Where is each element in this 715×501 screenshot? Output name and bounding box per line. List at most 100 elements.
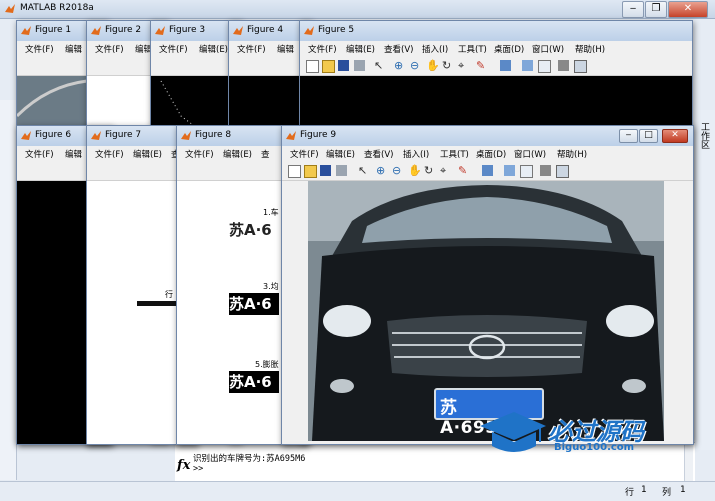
legend-icon[interactable] <box>538 60 551 73</box>
command-prompt[interactable]: >> <box>193 464 203 474</box>
figure-icon <box>91 26 101 35</box>
status-row-label: 行 <box>625 488 635 498</box>
figure-9-scroll-area <box>683 181 691 444</box>
menu-edit[interactable]: 编辑(E) <box>133 148 162 160</box>
menu-file[interactable]: 文件(F) <box>95 148 124 160</box>
zoom-out-icon[interactable]: ⊖ <box>410 60 421 71</box>
figure-8-label-1: 1.车 <box>263 208 279 217</box>
hide-tools-icon[interactable] <box>558 60 569 71</box>
close-button[interactable]: ✕ <box>662 129 688 143</box>
rotate-icon[interactable]: ↻ <box>442 60 453 71</box>
menu-file[interactable]: 文件(F) <box>25 148 54 160</box>
menu-help[interactable]: 帮助(H) <box>557 148 587 160</box>
hide-tools-icon[interactable] <box>540 165 551 176</box>
fx-icon[interactable]: fx <box>177 458 190 473</box>
pointer-icon[interactable]: ↖ <box>358 165 369 176</box>
figure-9-window[interactable]: Figure 9 ‒ □ ✕ 文件(F) 编辑(E) 查看(V) 插入(I) 工… <box>281 125 694 445</box>
brush-icon[interactable]: ✎ <box>476 60 487 71</box>
status-bar: 行 1 列 1 <box>0 481 715 501</box>
menu-file[interactable]: 文件(F) <box>290 148 319 160</box>
new-figure-icon[interactable] <box>306 60 319 73</box>
menu-insert[interactable]: 插入(I) <box>403 148 429 160</box>
pan-icon[interactable]: ✋ <box>408 165 422 176</box>
figure-8-plate-1-text: 苏A·6 <box>229 221 272 239</box>
colorbar-icon[interactable] <box>522 60 533 71</box>
menu-edit[interactable]: 编辑 <box>65 43 82 55</box>
brush-icon[interactable]: ✎ <box>458 165 469 176</box>
save-icon[interactable] <box>338 60 349 71</box>
figure-icon <box>155 26 165 35</box>
figure-3-title: Figure 3 <box>169 25 206 35</box>
show-tools-icon[interactable] <box>556 165 569 178</box>
maximize-button[interactable]: □ <box>639 129 658 143</box>
figure-icon <box>21 26 31 35</box>
menu-view[interactable]: 查看(V) <box>364 148 393 160</box>
show-tools-icon[interactable] <box>574 60 587 73</box>
menu-window[interactable]: 窗口(W) <box>532 43 564 55</box>
main-titlebar: MATLAB R2018a ‒ ❐ ✕ <box>0 0 715 19</box>
matlab-logo-icon <box>5 4 15 13</box>
menu-edit[interactable]: 编辑(E) <box>346 43 375 55</box>
new-figure-icon[interactable] <box>288 165 301 178</box>
figure-8-plate-1: 苏A·6 <box>229 219 279 241</box>
menu-view[interactable]: 查 <box>261 148 270 160</box>
legend-icon[interactable] <box>520 165 533 178</box>
menu-file[interactable]: 文件(F) <box>159 43 188 55</box>
link-plot-icon[interactable] <box>482 165 493 176</box>
zoom-in-icon[interactable]: ⊕ <box>394 60 405 71</box>
figure-8-title: Figure 8 <box>195 130 232 140</box>
figure-9-title: Figure 9 <box>300 130 337 140</box>
figure-7-projection <box>137 301 177 306</box>
menu-tools[interactable]: 工具(T) <box>440 148 469 160</box>
minimize-button[interactable]: ‒ <box>619 129 638 143</box>
app-title: MATLAB R2018a <box>20 3 94 13</box>
link-plot-icon[interactable] <box>500 60 511 71</box>
figure-8-label-5: 5.膨胀 <box>255 360 279 369</box>
colorbar-icon[interactable] <box>504 165 515 176</box>
command-scrollbar[interactable] <box>684 445 693 485</box>
figure-8-plate-5: 苏A·6 <box>229 371 279 393</box>
menu-tools[interactable]: 工具(T) <box>458 43 487 55</box>
figure-6-title: Figure 6 <box>35 130 72 140</box>
menu-edit[interactable]: 编辑(E) <box>199 43 228 55</box>
figure-4-title: Figure 4 <box>247 25 284 35</box>
menu-file[interactable]: 文件(F) <box>308 43 337 55</box>
main-restore-button[interactable]: ❐ <box>645 1 667 18</box>
menu-file[interactable]: 文件(F) <box>237 43 266 55</box>
data-cursor-icon[interactable]: ⌖ <box>440 165 451 176</box>
pointer-icon[interactable]: ↖ <box>374 60 385 71</box>
pan-icon[interactable]: ✋ <box>426 60 440 71</box>
menu-edit[interactable]: 编辑(E) <box>223 148 252 160</box>
menu-help[interactable]: 帮助(H) <box>575 43 605 55</box>
figure-8-label-3: 3.均 <box>263 282 279 291</box>
menu-file[interactable]: 文件(F) <box>95 43 124 55</box>
menu-file[interactable]: 文件(F) <box>25 43 54 55</box>
figure-2-title: Figure 2 <box>105 25 142 35</box>
menu-desktop[interactable]: 桌面(D) <box>494 43 524 55</box>
print-icon[interactable] <box>336 165 347 176</box>
main-minimize-button[interactable]: ‒ <box>622 1 644 18</box>
rotate-icon[interactable]: ↻ <box>424 165 435 176</box>
print-icon[interactable] <box>354 60 365 71</box>
menu-desktop[interactable]: 桌面(D) <box>476 148 506 160</box>
zoom-in-icon[interactable]: ⊕ <box>376 165 387 176</box>
figure-icon <box>91 131 101 140</box>
workspace-panel-label: 工作区 <box>699 122 709 149</box>
main-close-button[interactable]: ✕ <box>668 1 708 18</box>
data-cursor-icon[interactable]: ⌖ <box>458 60 469 71</box>
menu-edit[interactable]: 编辑 <box>277 43 294 55</box>
menu-file[interactable]: 文件(F) <box>185 148 214 160</box>
menu-window[interactable]: 窗口(W) <box>514 148 546 160</box>
menu-view[interactable]: 查看(V) <box>384 43 413 55</box>
save-icon[interactable] <box>320 165 331 176</box>
menu-edit[interactable]: 编辑(E) <box>326 148 355 160</box>
figure-5-title: Figure 5 <box>318 25 355 35</box>
open-file-icon[interactable] <box>322 60 335 73</box>
zoom-out-icon[interactable]: ⊖ <box>392 165 403 176</box>
menu-insert[interactable]: 插入(I) <box>422 43 448 55</box>
watermark: 必过源码 Biguo100.com <box>478 408 678 464</box>
menu-edit[interactable]: 编辑 <box>65 148 82 160</box>
open-file-icon[interactable] <box>304 165 317 178</box>
status-col-label: 列 <box>662 488 672 498</box>
figure-8-plate-5-text: 苏A·6 <box>229 373 272 391</box>
